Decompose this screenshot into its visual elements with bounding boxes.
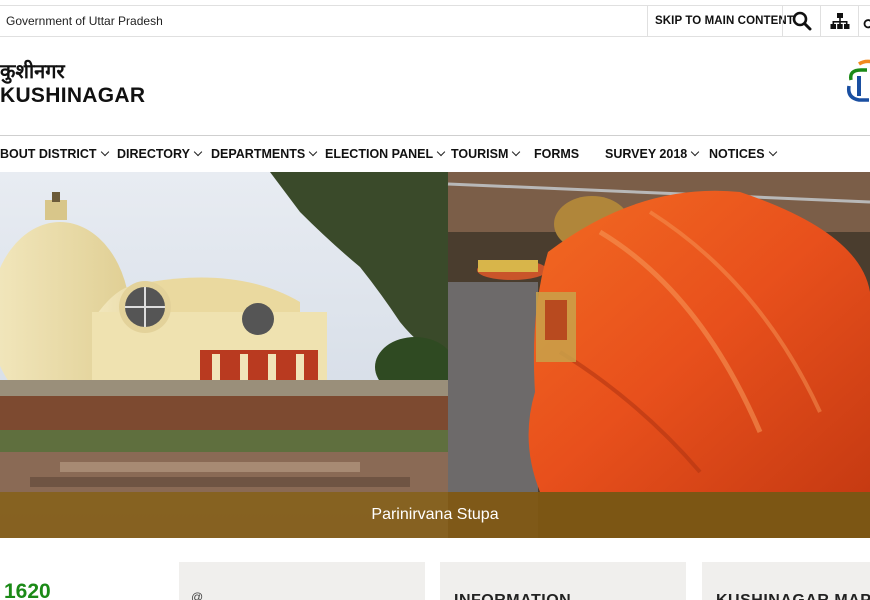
contact-card[interactable]: @ xyxy=(179,562,425,600)
statistic-number: 1620 xyxy=(4,580,51,600)
information-title: INFORMATION xyxy=(454,592,571,600)
hero-image xyxy=(0,172,870,538)
nav-item-directory[interactable]: DIRECTORY xyxy=(117,147,203,161)
kushinagar-map-title: KUSHINAGAR MAP xyxy=(716,592,870,600)
skip-to-main-content-link[interactable]: SKIP TO MAIN CONTENT xyxy=(647,6,801,36)
government-label[interactable]: Government of Uttar Pradesh xyxy=(6,14,163,28)
chevron-down-icon xyxy=(308,147,318,157)
site-name-hindi[interactable]: कुशीनगर xyxy=(0,57,65,84)
nav-item-notices[interactable]: NOTICES xyxy=(709,147,777,161)
main-navigation: BOUT DISTRICT DIRECTORY DEPARTMENTS ELEC… xyxy=(0,135,870,172)
chevron-down-icon xyxy=(436,147,446,157)
chevron-down-icon xyxy=(512,147,521,157)
nav-item-election-panel[interactable]: ELECTION PANEL xyxy=(325,147,446,161)
at-sign-icon: @ xyxy=(191,590,204,600)
slide-caption: Parinirvana Stupa xyxy=(0,492,870,538)
nav-item-departments[interactable]: DEPARTMENTS xyxy=(211,147,318,161)
nav-item-tourism[interactable]: TOURISM xyxy=(451,147,521,161)
chevron-down-icon xyxy=(100,147,109,157)
accessibility-icon[interactable] xyxy=(858,6,870,36)
site-name[interactable]: KUSHINAGAR xyxy=(0,84,145,108)
sitemap-icon[interactable] xyxy=(820,6,858,36)
digital-india-logo-icon[interactable] xyxy=(845,58,870,104)
information-card[interactable]: INFORMATION xyxy=(440,562,686,600)
nav-item-survey-2018[interactable]: SURVEY 2018 xyxy=(605,147,700,161)
nav-item-about-district[interactable]: BOUT DISTRICT xyxy=(0,147,109,161)
chevron-down-icon xyxy=(193,147,203,157)
nav-item-forms[interactable]: FORMS xyxy=(534,147,579,161)
chevron-down-icon xyxy=(768,147,777,157)
chevron-down-icon xyxy=(690,147,700,157)
hero-slider[interactable]: Parinirvana Stupa xyxy=(0,172,870,538)
kushinagar-map-card[interactable]: KUSHINAGAR MAP xyxy=(702,562,870,600)
search-icon[interactable] xyxy=(782,6,820,36)
top-utility-bar: Government of Uttar Pradesh SKIP TO MAIN… xyxy=(0,5,870,37)
